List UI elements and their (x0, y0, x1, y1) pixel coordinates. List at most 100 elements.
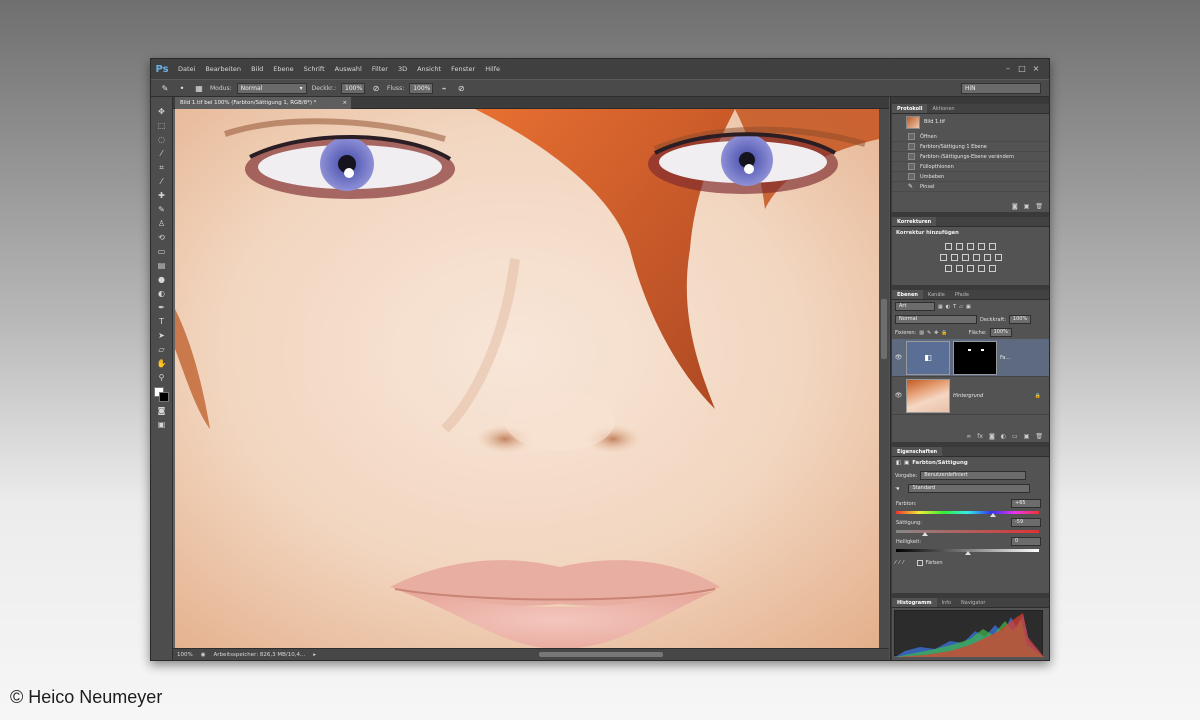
shape-tool-icon[interactable]: ▱ (155, 343, 169, 356)
tab-kanaele[interactable]: Kanäle (923, 290, 950, 299)
menu-hilfe[interactable]: Hilfe (480, 65, 505, 73)
channel-mixer-icon[interactable] (983, 254, 991, 261)
folder-icon[interactable]: ▭ (1012, 433, 1018, 440)
pressure-size-icon[interactable]: ⊘ (455, 83, 467, 94)
hand-tool-icon[interactable]: ✋ (155, 357, 169, 370)
history-step[interactable]: Farbton/Sättigung 1 Ebene (892, 142, 1049, 152)
horizontal-scroll-thumb[interactable] (539, 652, 663, 657)
eyedropper-plus-icon[interactable]: ⁄ (899, 560, 900, 566)
history-step[interactable]: ✎ Pinsel (892, 182, 1049, 192)
brush-preset-icon[interactable]: • (176, 83, 188, 94)
crop-tool-icon[interactable]: ⌗ (155, 161, 169, 174)
filter-pixel-icon[interactable]: ▦ (938, 304, 943, 310)
zoom-tool-icon[interactable]: ⚲ (155, 371, 169, 384)
screen-mode-icon[interactable]: ▣ (155, 418, 169, 431)
layer-row-hue-saturation[interactable]: 👁 ◧ Fa... (892, 339, 1049, 377)
new-layer-icon[interactable]: ▣ (1024, 433, 1030, 440)
new-adjustment-icon[interactable]: ◐ (1001, 433, 1006, 440)
vertical-scroll-thumb[interactable] (881, 299, 887, 359)
background-color-swatch[interactable] (158, 392, 169, 402)
history-snapshot[interactable]: Bild 1.tif (892, 114, 1049, 130)
history-step[interactable]: Farbton-/Sättigungs-Ebene verändern (892, 152, 1049, 162)
color-lookup-icon[interactable] (994, 254, 1002, 261)
brush-tool-icon-box[interactable]: ✎ (155, 203, 169, 216)
tab-protokoll[interactable]: Protokoll (892, 104, 928, 113)
invert-icon[interactable] (945, 265, 952, 272)
curves-icon[interactable] (967, 243, 974, 250)
filter-adjustment-icon[interactable]: ◐ (946, 304, 950, 310)
play-icon[interactable]: ▸ (313, 652, 316, 658)
brush-panel-icon[interactable]: ▦ (193, 83, 205, 94)
lightness-slider-knob[interactable] (964, 551, 971, 555)
link-icon[interactable]: ∞ (966, 433, 971, 440)
brightness-icon[interactable] (945, 243, 952, 250)
kind-filter-select[interactable]: Art (895, 302, 935, 311)
quick-select-tool-icon[interactable]: ⁄ (155, 147, 169, 160)
filter-smart-icon[interactable]: ▣ (966, 304, 971, 310)
lock-brush-icon[interactable]: ✎ (927, 330, 931, 336)
preset-select[interactable]: Benutzerdefiniert (920, 471, 1027, 480)
maximize-icon[interactable]: □ (1017, 65, 1027, 73)
lock-move-icon[interactable]: ✥ (934, 330, 938, 336)
move-tool-icon[interactable]: ✥ (155, 105, 169, 118)
tab-info[interactable]: Info (937, 598, 956, 607)
target-hand-icon[interactable]: ☚ (895, 486, 899, 492)
blend-mode-select[interactable]: Normal (895, 315, 977, 324)
tab-navigator[interactable]: Navigator (956, 598, 990, 607)
eyedropper-icon[interactable]: ⁄ (895, 560, 896, 566)
snapshot-button-icon[interactable]: ◙ (1012, 203, 1018, 210)
filter-type-icon[interactable]: T (953, 304, 956, 310)
brush-tool-icon[interactable]: ✎ (159, 83, 171, 94)
black-white-icon[interactable] (961, 254, 969, 261)
close-tab-icon[interactable]: × (342, 97, 347, 109)
selective-color-icon[interactable] (989, 265, 996, 272)
document-tab[interactable]: Bild 1.tif bei 100% (Farbton/Sättigung 1… (175, 97, 351, 109)
pressure-opacity-icon[interactable]: ⊘ (370, 83, 382, 94)
lightness-slider[interactable] (896, 549, 1039, 555)
menu-bearbeiten[interactable]: Bearbeiten (200, 65, 246, 73)
blur-tool-icon[interactable]: ● (155, 273, 169, 286)
vertical-scrollbar[interactable] (879, 109, 889, 648)
stamp-tool-icon[interactable]: ♙ (155, 217, 169, 230)
minimize-icon[interactable]: – (1003, 65, 1013, 73)
color-swatches[interactable] (153, 387, 170, 403)
layer-row-background[interactable]: 👁 Hintergrund 🔒 (892, 377, 1049, 415)
history-step[interactable]: Umbeben (892, 172, 1049, 182)
eyedropper-minus-icon[interactable]: ⁄ (903, 560, 904, 566)
fill-field[interactable]: 100% (989, 328, 1012, 337)
hue-slider[interactable] (896, 511, 1039, 517)
lasso-tool-icon[interactable]: ◌ (155, 133, 169, 146)
airbrush-icon[interactable]: ⌁ (438, 83, 450, 94)
gradient-tool-icon[interactable]: ▤ (155, 259, 169, 272)
hue-field[interactable]: +65 (1011, 499, 1041, 508)
menu-auswahl[interactable]: Auswahl (330, 65, 367, 73)
saturation-field[interactable]: -59 (1011, 518, 1041, 527)
menu-ebene[interactable]: Ebene (268, 65, 298, 73)
hue-slider-knob[interactable] (990, 513, 997, 517)
eyedropper-tool-icon[interactable]: ⁄ (155, 175, 169, 188)
pen-tool-icon[interactable]: ✒ (155, 301, 169, 314)
history-step[interactable]: Öffnen (892, 132, 1049, 142)
canvas-area[interactable] (173, 109, 889, 648)
menu-3d[interactable]: 3D (393, 65, 412, 73)
path-select-tool-icon[interactable]: ➤ (155, 329, 169, 342)
exposure-icon[interactable] (978, 243, 985, 250)
lock-all-icon[interactable]: 🔒 (941, 330, 947, 336)
trash-icon[interactable]: 🗑 (1035, 433, 1043, 440)
quick-mask-icon[interactable]: ◙ (155, 404, 169, 417)
threshold-icon[interactable] (967, 265, 974, 272)
filter-shape-icon[interactable]: ▱ (959, 304, 963, 310)
menu-bild[interactable]: Bild (246, 65, 268, 73)
tab-korrekturen[interactable]: Korrekturen (892, 217, 937, 226)
menu-ansicht[interactable]: Ansicht (412, 65, 446, 73)
lock-transparent-icon[interactable]: ▨ (919, 330, 924, 336)
tab-eigenschaften[interactable]: Eigenschaften (892, 447, 943, 456)
hue-saturation-icon[interactable] (939, 254, 947, 261)
colorize-checkbox[interactable] (916, 560, 923, 566)
history-step[interactable]: Füllopthionen (892, 162, 1049, 172)
menu-filter[interactable]: Filter (367, 65, 393, 73)
channel-select[interactable]: Standard (908, 484, 1031, 493)
tab-pfade[interactable]: Pfade (950, 290, 974, 299)
tab-aktionen[interactable]: Aktionen (927, 104, 959, 113)
new-document-icon[interactable]: ▣ (1024, 203, 1030, 210)
